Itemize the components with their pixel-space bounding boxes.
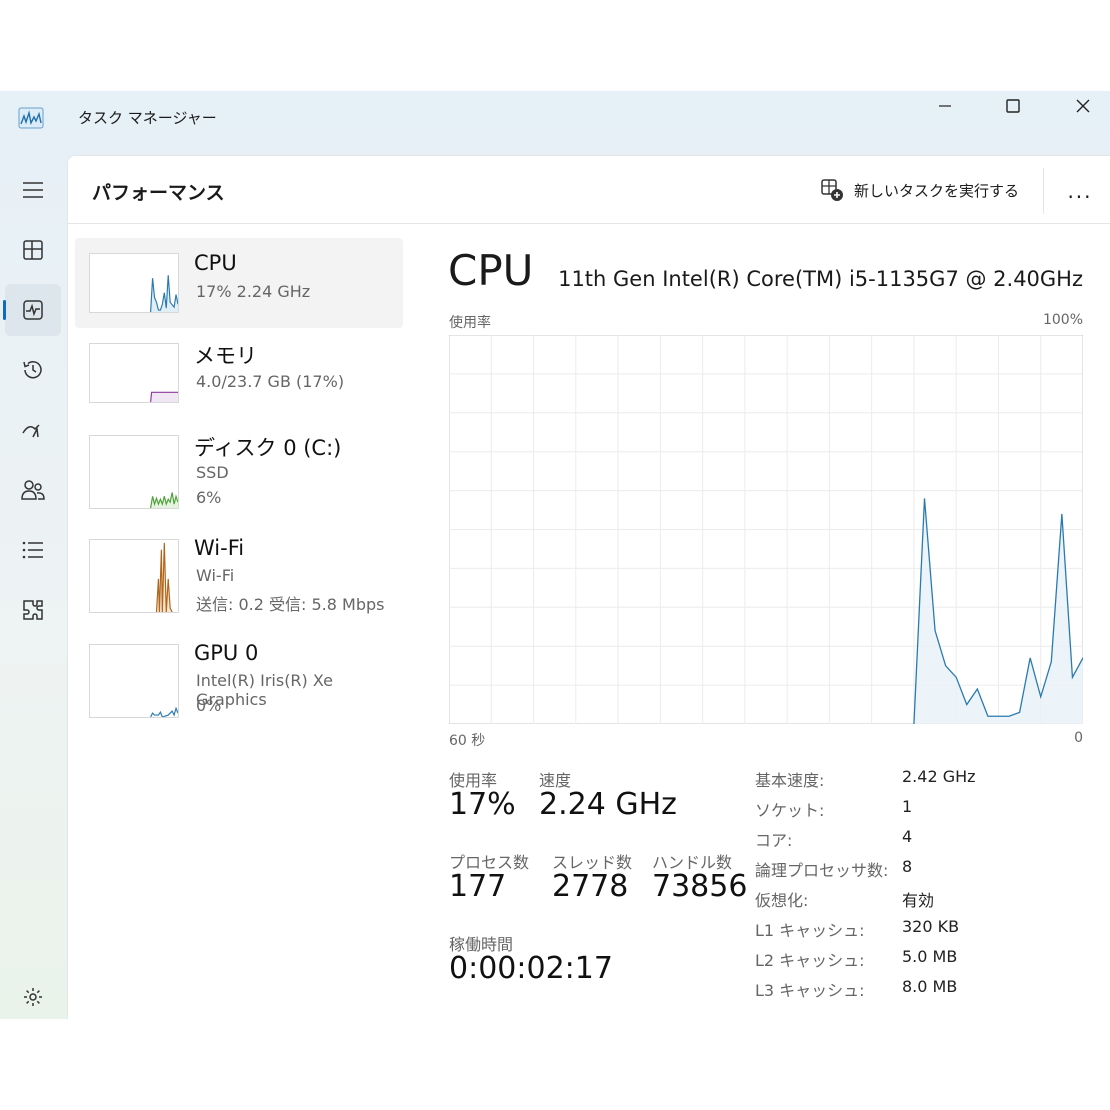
resource-detail-2: 6% [196, 488, 222, 507]
resource-detail: 4.0/23.7 GB (17%) [196, 372, 345, 391]
property-key: L2 キャッシュ: [755, 951, 865, 970]
usage-value: 17% [449, 787, 516, 822]
page-title: パフォーマンス [92, 182, 225, 204]
close-button[interactable] [1048, 91, 1110, 121]
run-new-task-button[interactable]: 新しいタスクを実行する [820, 178, 1019, 202]
maximize-button[interactable] [978, 91, 1048, 121]
property-key: 仮想化: [755, 891, 809, 910]
app-history-icon [23, 361, 42, 379]
property-value: 1 [902, 797, 913, 816]
resource-detail: Intel(R) Iris(R) Xe Graphics [196, 671, 333, 709]
nav-settings[interactable] [5, 971, 61, 1023]
property-value: 5.0 MB [902, 947, 958, 966]
resource-name: GPU 0 [194, 641, 259, 665]
processes-value: 177 [449, 869, 507, 904]
graph-y-label: 使用率 [449, 315, 491, 331]
nav-users[interactable] [5, 464, 61, 516]
property-key: 論理プロセッサ数: [755, 861, 889, 880]
details-icon [22, 541, 43, 559]
nav-details[interactable] [5, 524, 61, 576]
resource-name: メモリ [194, 344, 257, 368]
detail-title: CPU [448, 246, 534, 295]
resource-detail: SSD [196, 463, 229, 482]
nav-app-history[interactable] [5, 344, 61, 396]
minimize-icon [939, 105, 951, 107]
resource-item-disk[interactable]: ディスク 0 (C:) SSD 6% [75, 418, 403, 509]
property-key: ソケット: [755, 801, 825, 820]
resource-detail-2: 0% [196, 696, 222, 715]
property-key: L1 キャッシュ: [755, 921, 865, 940]
nav-services[interactable] [5, 584, 61, 636]
resource-name: ディスク 0 (C:) [194, 436, 342, 460]
nav-processes[interactable] [5, 224, 61, 276]
disk-thumbnail-graph [89, 435, 179, 509]
resource-item-wifi[interactable]: Wi-Fi Wi-Fi 送信: 0.2 受信: 5.8 Mbps [75, 524, 403, 614]
property-value: 320 KB [902, 917, 960, 936]
users-icon [21, 480, 45, 500]
wifi-thumbnail-graph [89, 539, 179, 613]
graph-y-min: 0 [1074, 730, 1083, 746]
property-value: 8.0 MB [902, 977, 958, 996]
main-panel: パフォーマンス 新しいタスクを実行する ... CPU 17% 2.24 GHz [67, 155, 1110, 1019]
property-key: L3 キャッシュ: [755, 981, 865, 1000]
startup-apps-icon [22, 424, 40, 438]
cpu-thumbnail-graph [89, 253, 179, 313]
resource-name: Wi-Fi [194, 536, 245, 560]
close-icon [1076, 99, 1090, 113]
task-manager-window: タスク マネージャー パフォーマンス 新しいタスクを実行する ... CPU 1… [0, 91, 1110, 1019]
resource-item-memory[interactable]: メモリ 4.0/23.7 GB (17%) [75, 328, 403, 418]
more-options-button[interactable]: ... [1058, 174, 1102, 208]
window-title: タスク マネージャー [78, 109, 217, 127]
resource-detail-2: 送信: 0.2 受信: 5.8 Mbps [196, 595, 385, 614]
resource-item-cpu[interactable]: CPU 17% 2.24 GHz [75, 238, 403, 328]
resource-item-gpu[interactable]: GPU 0 Intel(R) Iris(R) Xe Graphics 0% [75, 629, 403, 719]
speed-value: 2.24 GHz [539, 787, 677, 822]
run-new-task-label: 新しいタスクを実行する [854, 181, 1020, 200]
processes-icon [23, 240, 43, 260]
graph-x-label: 60 秒 [449, 733, 486, 749]
more-icon: ... [1067, 179, 1093, 203]
graph-y-max: 100% [1042, 312, 1083, 328]
maximize-icon [1006, 99, 1020, 113]
header-divider [1043, 168, 1044, 214]
resource-detail: 17% 2.24 GHz [196, 282, 311, 301]
nav-startup-apps[interactable] [5, 404, 61, 456]
handles-value: 73856 [652, 869, 748, 904]
nav-performance[interactable] [3, 284, 61, 336]
resource-name: CPU [194, 251, 237, 275]
nav-menu-button[interactable] [5, 164, 61, 216]
page-header: パフォーマンス 新しいタスクを実行する ... [68, 156, 1110, 224]
cpu-model-name: 11th Gen Intel(R) Core(TM) i5-1135G7 @ 2… [558, 267, 1083, 291]
property-value: 有効 [902, 891, 935, 910]
uptime-value: 0:00:02:17 [449, 951, 613, 986]
gpu-thumbnail-graph [89, 644, 179, 718]
new-task-icon [821, 179, 843, 201]
property-key: 基本速度: [755, 771, 825, 790]
services-icon [23, 600, 43, 620]
cpu-usage-graph [449, 335, 1083, 724]
memory-thumbnail-graph [89, 343, 179, 403]
property-value: 2.42 GHz [902, 767, 976, 786]
hamburger-icon [23, 182, 43, 198]
resource-detail: Wi-Fi [196, 566, 235, 585]
title-bar[interactable]: タスク マネージャー [0, 91, 1110, 153]
minimize-button[interactable] [910, 91, 980, 121]
performance-icon [23, 300, 43, 320]
task-manager-app-icon [18, 107, 44, 129]
threads-value: 2778 [552, 869, 629, 904]
property-key: コア: [755, 831, 793, 850]
property-value: 4 [902, 827, 913, 846]
property-value: 8 [902, 857, 913, 876]
settings-icon [24, 988, 42, 1006]
